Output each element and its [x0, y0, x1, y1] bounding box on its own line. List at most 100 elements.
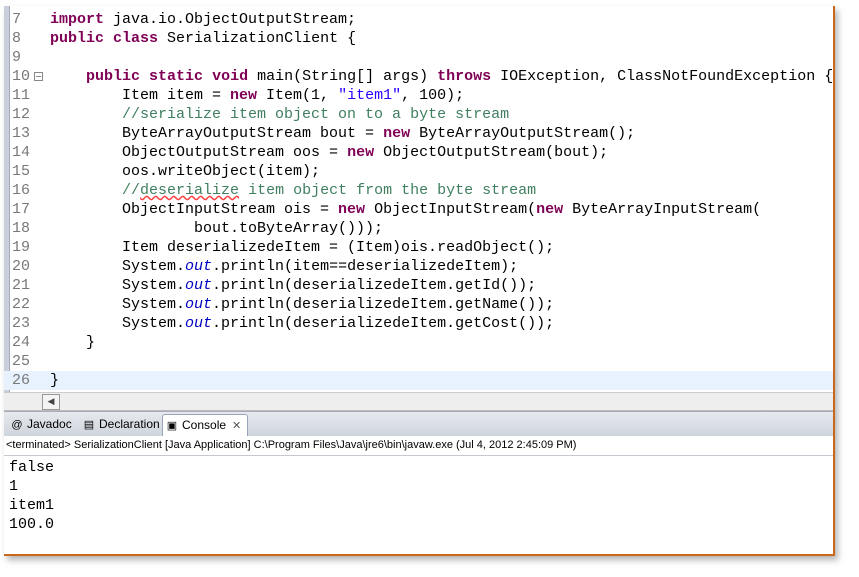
code-line[interactable]: 12 //serialize item object on to a byte …: [4, 105, 833, 124]
line-number: 21: [12, 277, 31, 294]
code-token: new: [230, 87, 258, 104]
code-text: //serialize item object on to a byte str…: [50, 105, 509, 124]
console-line: 100.0: [9, 516, 55, 533]
code-token: ObjectInputStream(: [365, 201, 537, 218]
code-token: import: [50, 11, 105, 28]
code-token: void: [212, 68, 249, 85]
code-token: //serialize item object on to a byte str…: [122, 106, 510, 123]
code-token: "item1": [338, 87, 402, 104]
code-line[interactable]: 8 public class SerializationClient {: [4, 29, 833, 48]
fold-collapse-icon[interactable]: −: [34, 72, 43, 81]
code-token: deserialize: [140, 182, 240, 199]
eclipse-window: 7 import java.io.ObjectOutputStream; 8 publ…: [4, 6, 835, 556]
code-line[interactable]: 24 }: [4, 333, 833, 352]
code-text: Item deserializedeItem = (Item)ois.readO…: [50, 238, 554, 257]
code-token: item object from the byte stream: [239, 182, 537, 199]
line-number: 12: [12, 106, 31, 123]
code-token: class: [113, 30, 159, 47]
line-number: 19: [12, 239, 31, 256]
code-token: new: [347, 144, 375, 161]
code-text: bout.toByteArray()));: [50, 219, 383, 238]
code-text: Item item = new Item(1, "item1", 100);: [50, 86, 464, 105]
code-token: ByteArrayOutputStream bout =: [50, 125, 384, 142]
code-token: ByteArrayOutputStream();: [410, 125, 636, 142]
code-token: out: [185, 258, 213, 275]
code-text: System.out.println(deserializedeItem.get…: [50, 314, 554, 333]
tab-javadoc[interactable]: @ Javadoc: [8, 414, 72, 435]
code-line[interactable]: 19 Item deserializedeItem = (Item)ois.re…: [4, 238, 833, 257]
code-token: System.: [50, 296, 186, 313]
code-line[interactable]: 13 ByteArrayOutputStream bout = new Byte…: [4, 124, 833, 143]
code-token: public: [86, 68, 141, 85]
code-token: out: [185, 277, 213, 294]
console-line: 1: [9, 478, 19, 495]
console-output[interactable]: false 1 item1 100.0: [4, 456, 833, 554]
code-line[interactable]: 25: [4, 352, 833, 371]
line-number: 23: [12, 315, 31, 332]
code-token: bout.toByteArray()));: [50, 220, 384, 237]
code-token: out: [185, 315, 213, 332]
code-line[interactable]: 14 ObjectOutputStream oos = new ObjectOu…: [4, 143, 833, 162]
code-line[interactable]: 15 oos.writeObject(item);: [4, 162, 833, 181]
scroll-left-arrow-icon[interactable]: ◀: [42, 394, 60, 410]
code-line[interactable]: 10− public static void main(String[] arg…: [4, 67, 833, 86]
code-line[interactable]: 26}: [4, 371, 833, 390]
line-number: 16: [12, 182, 31, 199]
code-editor[interactable]: 7 import java.io.ObjectOutputStream; 8 publ…: [4, 6, 833, 392]
code-token: out: [185, 296, 213, 313]
tab-label: Declaration: [99, 417, 160, 431]
code-line[interactable]: 17 ObjectInputStream ois = new ObjectInp…: [4, 200, 833, 219]
code-line[interactable]: 9: [4, 48, 833, 67]
code-text: public class SerializationClient {: [50, 29, 356, 48]
code-token: ObjectOutputStream(bout);: [374, 144, 609, 161]
code-token: }: [50, 334, 96, 351]
code-token: System.: [50, 258, 186, 275]
views-tab-strip: @ Javadoc ▤ Declaration ▣ Console ✕: [4, 411, 833, 436]
code-token: .println(deserializedeItem.getCost());: [212, 315, 555, 332]
code-token: Item item =: [50, 87, 231, 104]
tab-console[interactable]: ▣ Console ✕: [162, 414, 248, 436]
code-line[interactable]: 7 import java.io.ObjectOutputStream;: [4, 10, 833, 29]
line-number: 7: [12, 11, 22, 28]
code-token: public: [50, 30, 105, 47]
line-number: 13: [12, 125, 31, 142]
code-token: new: [536, 201, 564, 218]
code-token: , 100);: [401, 87, 465, 104]
tab-declaration[interactable]: ▤ Declaration: [80, 414, 160, 435]
code-line[interactable]: 16 //deserialize item object from the by…: [4, 181, 833, 200]
code-text: oos.writeObject(item);: [50, 162, 320, 181]
line-number: 20: [12, 258, 31, 275]
code-token: }: [50, 372, 60, 389]
code-line[interactable]: 23 System.out.println(deserializedeItem.…: [4, 314, 833, 333]
console-status-line: <terminated> SerializationClient [Java A…: [4, 436, 833, 456]
code-token: ObjectInputStream ois =: [50, 201, 339, 218]
code-token: ObjectOutputStream oos =: [50, 144, 348, 161]
code-text: }: [50, 371, 59, 390]
code-line[interactable]: 22 System.out.println(deserializedeItem.…: [4, 295, 833, 314]
line-number: 26: [12, 372, 31, 389]
code-text: public static void main(String[] args) t…: [50, 67, 833, 86]
code-line[interactable]: 11 Item item = new Item(1, "item1", 100)…: [4, 86, 833, 105]
tab-label: Javadoc: [27, 417, 72, 431]
console-line: false: [9, 459, 55, 476]
tab-label: Console: [182, 418, 227, 432]
code-line[interactable]: 21 System.out.println(deserializedeItem.…: [4, 276, 833, 295]
code-line[interactable]: 18 bout.toByteArray()));: [4, 219, 833, 238]
line-number: 8: [12, 30, 22, 47]
line-number: 15: [12, 163, 31, 180]
code-token: throws: [437, 68, 492, 85]
code-token: System.: [50, 277, 186, 294]
code-token: System.: [50, 315, 186, 332]
line-number: 25: [12, 353, 31, 370]
code-text: System.out.println(item==deserializedeIt…: [50, 257, 518, 276]
code-token: .println(deserializedeItem.getName());: [212, 296, 555, 313]
close-icon[interactable]: ✕: [232, 419, 241, 432]
line-number: 22: [12, 296, 31, 313]
code-line[interactable]: 20 System.out.println(item==deserialized…: [4, 257, 833, 276]
code-token: new: [383, 125, 411, 142]
editor-horizontal-scrollbar[interactable]: ◀: [4, 392, 833, 411]
